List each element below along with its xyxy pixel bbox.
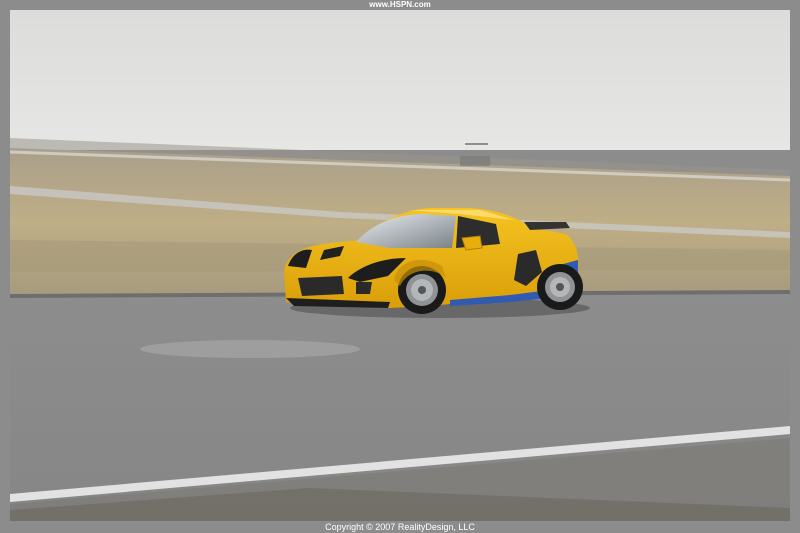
photo-frame: www.HSPN.com Copyright © 2007 RealityDes… (0, 0, 800, 533)
distant-structure (460, 156, 490, 166)
sky (10, 10, 790, 150)
copyright-text: Copyright © 2007 RealityDesign, LLC (325, 522, 475, 532)
car-grille (298, 276, 344, 296)
site-url-text: www.HSPN.com (369, 0, 431, 9)
track-patch (140, 340, 360, 358)
car-mirror (461, 235, 483, 251)
car-rear-wheel (537, 264, 583, 310)
photo (10, 10, 790, 521)
